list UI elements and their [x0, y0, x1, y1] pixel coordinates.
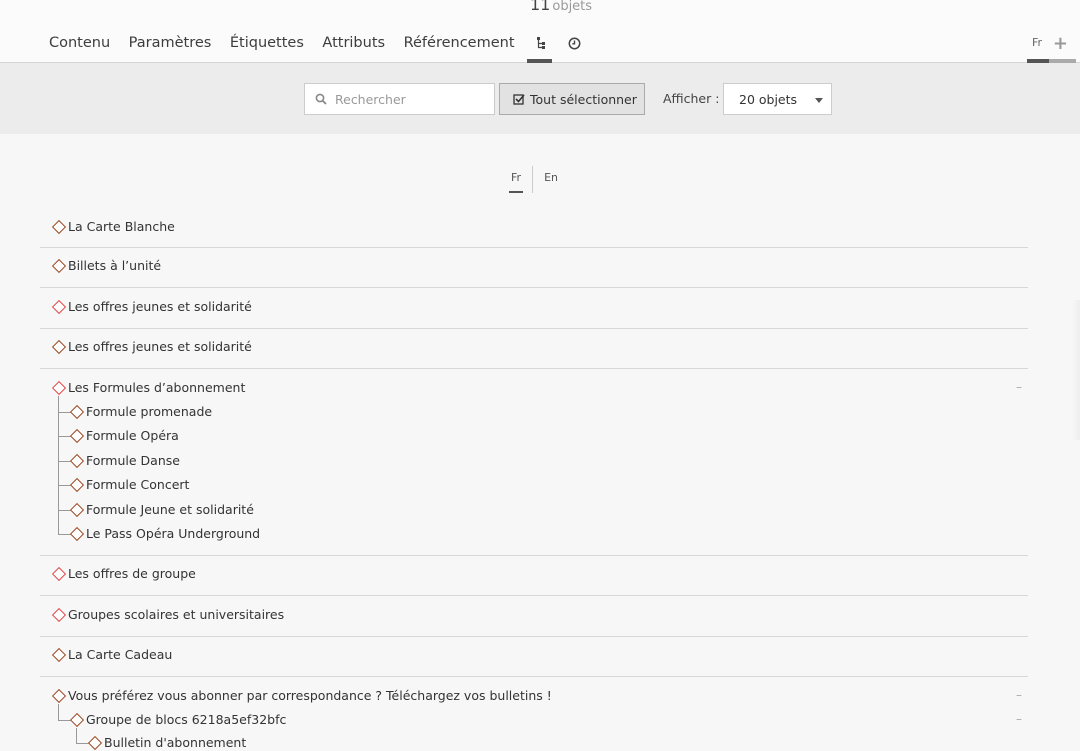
- node-diamond-icon: [51, 380, 67, 396]
- node-diamond-icon: [51, 688, 67, 704]
- node-diamond-icon: [69, 502, 85, 518]
- node-diamond-icon: [51, 299, 67, 315]
- tree-child-label[interactable]: Formule Concert: [86, 477, 189, 492]
- lang-en[interactable]: En: [541, 166, 561, 193]
- page-size-value: 20 objets: [739, 91, 798, 107]
- tree-item[interactable]: Groupes scolaires et universitaires: [40, 597, 1028, 637]
- tree-group-correspondance: Vous préférez vous abonner par correspon…: [40, 678, 1028, 751]
- page-size-select[interactable]: 20 objets: [723, 83, 832, 115]
- tree-item-label[interactable]: Vous préférez vous abonner par correspon…: [68, 688, 552, 703]
- toolbar: Rechercher Tout sélectionner Afficher : …: [0, 63, 1080, 134]
- node-diamond-icon: [51, 339, 67, 355]
- tree-icon[interactable]: [527, 34, 553, 63]
- tree-item-label[interactable]: Les offres jeunes et solidarité: [68, 339, 252, 354]
- select-all-button[interactable]: Tout sélectionner: [499, 83, 645, 115]
- tree-child-label[interactable]: Le Pass Opéra Underground: [86, 526, 260, 541]
- collapse-button[interactable]: –: [1016, 688, 1022, 702]
- tree-child-label[interactable]: Formule Opéra: [86, 428, 179, 443]
- node-diamond-icon: [69, 428, 85, 444]
- node-diamond-icon: [51, 607, 67, 623]
- tree-item-label[interactable]: La Carte Blanche: [68, 219, 175, 234]
- tree-child-label[interactable]: Formule Jeune et solidarité: [86, 502, 254, 517]
- tree-item-label[interactable]: Les offres de groupe: [68, 566, 196, 581]
- tree-connector: [76, 728, 77, 744]
- select-all-label: Tout sélectionner: [530, 91, 637, 107]
- tree-connector: [58, 396, 59, 535]
- search-placeholder: Rechercher: [335, 91, 406, 107]
- tree-item[interactable]: Les offres jeunes et solidarité: [40, 329, 1028, 369]
- tab-etiquettes[interactable]: Étiquettes: [230, 35, 304, 51]
- tab-bar: Contenu Paramètres Étiquettes Attributs …: [49, 34, 597, 63]
- node-diamond-icon: [51, 258, 67, 274]
- tree-child-label[interactable]: Formule promenade: [86, 404, 212, 419]
- node-diamond-icon: [69, 477, 85, 493]
- tree-item-label[interactable]: Les Formules d’abonnement: [68, 380, 245, 395]
- lang-divider: [532, 166, 534, 193]
- tab-attributs[interactable]: Attributs: [322, 35, 385, 51]
- lang-fr[interactable]: Fr: [508, 166, 524, 193]
- tree-item[interactable]: Billets à l’unité: [40, 248, 1028, 288]
- show-label: Afficher :: [663, 91, 720, 106]
- page: 11 objets Contenu Paramètres Étiquettes A…: [0, 0, 1080, 751]
- node-diamond-icon: [69, 453, 85, 469]
- tab-contenu[interactable]: Contenu: [49, 35, 110, 51]
- tree-item[interactable]: Les offres de groupe: [40, 556, 1028, 596]
- tree-item[interactable]: Les offres jeunes et solidarité: [40, 289, 1028, 329]
- scroll-edge-shadow: [1072, 300, 1080, 440]
- tree-item[interactable]: La Carte Blanche: [40, 208, 1028, 248]
- node-diamond-icon: [87, 735, 103, 751]
- node-diamond-icon: [51, 219, 67, 235]
- node-diamond-icon: [69, 404, 85, 420]
- tree-item[interactable]: La Carte Cadeau: [40, 637, 1028, 677]
- object-count-value: 11: [530, 0, 551, 14]
- tree-grandchild-label[interactable]: Bulletin d'abonnement: [104, 735, 246, 750]
- tree-item-label[interactable]: Les offres jeunes et solidarité: [68, 299, 252, 314]
- node-diamond-icon: [51, 566, 67, 582]
- plus-icon[interactable]: +: [1053, 33, 1068, 54]
- chevron-down-icon: [815, 98, 823, 103]
- tree-child-label[interactable]: Groupe de blocs 6218a5ef32bfc: [86, 712, 286, 727]
- collapse-button[interactable]: –: [1016, 380, 1022, 394]
- tree-item-label[interactable]: La Carte Cadeau: [68, 647, 172, 662]
- object-count-unit: objets: [552, 0, 593, 14]
- tab-referencement[interactable]: Référencement: [404, 35, 515, 51]
- node-diamond-icon: [69, 526, 85, 542]
- search-input[interactable]: Rechercher: [304, 83, 495, 115]
- tree-item-label[interactable]: Billets à l’unité: [68, 258, 161, 273]
- tree-connector: [58, 704, 59, 721]
- header: 11 objets Contenu Paramètres Étiquettes A…: [0, 0, 1080, 63]
- search-icon: [315, 93, 327, 105]
- node-diamond-icon: [69, 712, 85, 728]
- collapse-button[interactable]: –: [1016, 712, 1022, 726]
- content-language-switch: Fr En: [508, 166, 561, 193]
- tree-child-label[interactable]: Formule Danse: [86, 453, 180, 468]
- object-count: 11 objets: [530, 0, 592, 14]
- tree-item-label[interactable]: Groupes scolaires et universitaires: [68, 607, 284, 622]
- clock-icon[interactable]: [565, 34, 583, 52]
- tree-group-formules: Les Formules d’abonnement – Formule prom…: [40, 370, 1028, 556]
- checkbox-icon: [513, 94, 525, 105]
- tab-parametres[interactable]: Paramètres: [129, 35, 212, 51]
- node-diamond-icon: [51, 647, 67, 663]
- header-language[interactable]: Fr: [1032, 36, 1042, 49]
